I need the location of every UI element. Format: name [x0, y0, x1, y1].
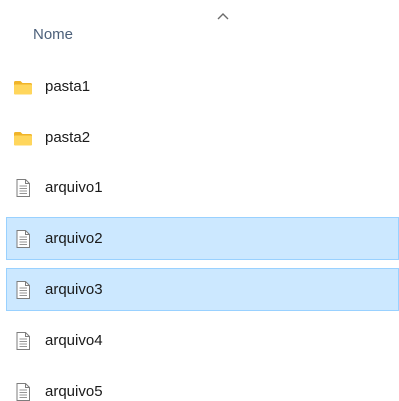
document-icon: [16, 332, 30, 350]
document-icon: [16, 230, 30, 248]
folder-icon: [14, 132, 32, 146]
list-item-file[interactable]: arquivo4: [6, 319, 399, 362]
item-name: arquivo1: [45, 179, 103, 196]
file-explorer-list: Nome pasta1 pasta2 arquivo1 arquivo2 arq…: [0, 0, 399, 401]
document-icon: [16, 179, 30, 197]
item-name: pasta2: [45, 129, 91, 146]
folder-icon: [14, 81, 32, 95]
item-name: pasta1: [45, 78, 91, 95]
list-item-folder[interactable]: pasta1: [6, 65, 399, 108]
item-name: arquivo4: [45, 332, 103, 349]
list-item-file[interactable]: arquivo5: [6, 370, 399, 401]
list-item-file[interactable]: arquivo2: [6, 217, 399, 260]
list-item-file[interactable]: arquivo1: [6, 166, 399, 209]
list-item-folder[interactable]: pasta2: [6, 116, 399, 159]
document-icon: [16, 383, 30, 401]
item-name: arquivo3: [45, 281, 103, 298]
list-item-file[interactable]: arquivo3: [6, 268, 399, 311]
file-list: pasta1 pasta2 arquivo1 arquivo2 arquivo3…: [0, 0, 399, 401]
item-name: arquivo2: [45, 230, 103, 247]
document-icon: [16, 281, 30, 299]
item-name: arquivo5: [45, 383, 103, 400]
